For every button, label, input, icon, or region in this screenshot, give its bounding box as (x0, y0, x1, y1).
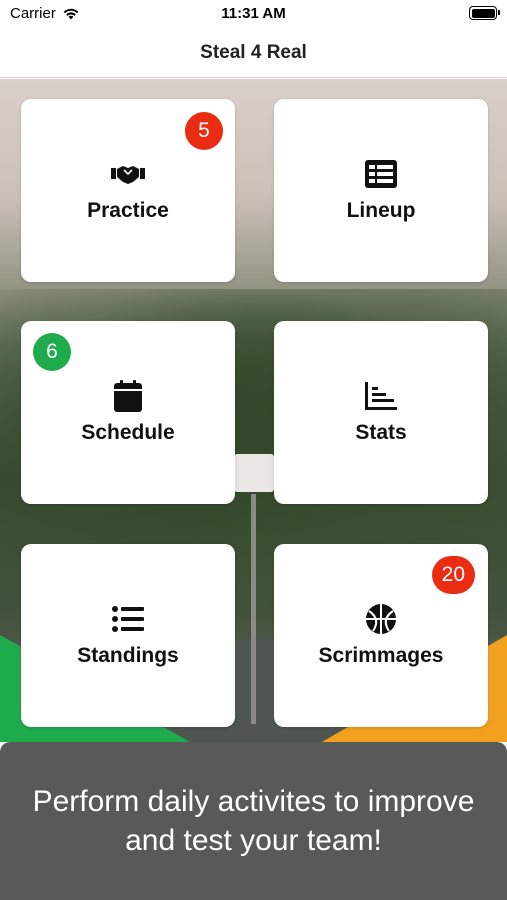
scrimmages-badge: 20 (431, 556, 475, 594)
practice-badge-count: 5 (198, 119, 210, 142)
stats-tile[interactable]: Stats (274, 321, 488, 504)
chart-bar-icon (364, 381, 398, 411)
schedule-label: Schedule (81, 420, 175, 444)
practice-badge: 5 (185, 112, 223, 150)
scrimmages-tile[interactable]: 20 Scrimmages (274, 544, 488, 727)
schedule-tile[interactable]: 6 Schedule (21, 321, 235, 504)
scrimmages-badge-count: 20 (441, 563, 465, 586)
lineup-tile[interactable]: Lineup (274, 99, 488, 282)
status-time: 11:31 AM (221, 5, 286, 22)
status-bar: Carrier 11:31 AM (0, 0, 507, 30)
list-icon (111, 604, 145, 634)
calendar-icon (111, 379, 145, 412)
basketball-icon (364, 603, 398, 634)
page-title: Steal 4 Real (200, 42, 307, 63)
scrimmages-label: Scrimmages (318, 643, 444, 667)
schedule-badge: 6 (33, 333, 71, 371)
stats-label: Stats (355, 420, 407, 444)
handshake-icon (111, 159, 145, 189)
footer-banner: Perform daily activites to improve and t… (0, 742, 507, 900)
footer-message: Perform daily activites to improve and t… (32, 785, 475, 857)
basketball-hoop-pole (251, 494, 256, 724)
practice-label: Practice (87, 198, 169, 222)
battery-icon (469, 6, 500, 20)
schedule-badge-count: 6 (46, 340, 58, 363)
lineup-label: Lineup (346, 198, 416, 222)
navigation-bar: Steal 4 Real (0, 30, 507, 78)
table-list-icon (364, 159, 398, 189)
standings-label: Standings (77, 643, 179, 667)
basketball-hoop-backboard (234, 454, 274, 492)
standings-tile[interactable]: Standings (21, 544, 235, 727)
practice-tile[interactable]: 5 Practice (21, 99, 235, 282)
